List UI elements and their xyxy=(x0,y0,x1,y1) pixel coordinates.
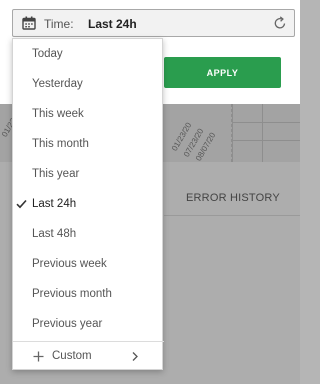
menu-item-this-week[interactable]: This week xyxy=(13,99,164,129)
time-range-picker[interactable]: Time: Last 24h xyxy=(12,9,295,37)
menu-item-previous-year[interactable]: Previous year xyxy=(13,309,164,339)
calendar-icon xyxy=(22,16,36,30)
menu-item-previous-month[interactable]: Previous month xyxy=(13,279,164,309)
time-label: Time: xyxy=(44,17,74,31)
menu-item-this-month[interactable]: This month xyxy=(13,129,164,159)
plus-icon xyxy=(33,351,44,362)
custom-label: Custom xyxy=(52,350,92,362)
menu-item-this-year[interactable]: This year xyxy=(13,159,164,189)
tab-error-history[interactable]: ERROR HISTORY xyxy=(186,192,280,204)
menu-item-yesterday[interactable]: Yesterday xyxy=(13,69,164,99)
time-range-dropdown: Today Yesterday This week This month Thi… xyxy=(12,38,164,371)
checkmark-icon xyxy=(16,199,27,209)
menu-item-previous-week[interactable]: Previous week xyxy=(13,249,164,279)
menu-item-custom[interactable]: Custom xyxy=(13,342,164,371)
menu-item-today[interactable]: Today xyxy=(13,39,164,69)
refresh-icon[interactable] xyxy=(273,16,287,30)
time-value: Last 24h xyxy=(88,17,137,31)
chevron-right-icon xyxy=(132,352,138,361)
menu-item-last-48h[interactable]: Last 48h xyxy=(13,219,164,249)
background-date-labels: 01/23/20 07/23/20 08/07/20 xyxy=(170,121,218,163)
menu-item-last-24h[interactable]: Last 24h xyxy=(13,189,164,219)
apply-button[interactable]: APPLY xyxy=(164,57,281,88)
